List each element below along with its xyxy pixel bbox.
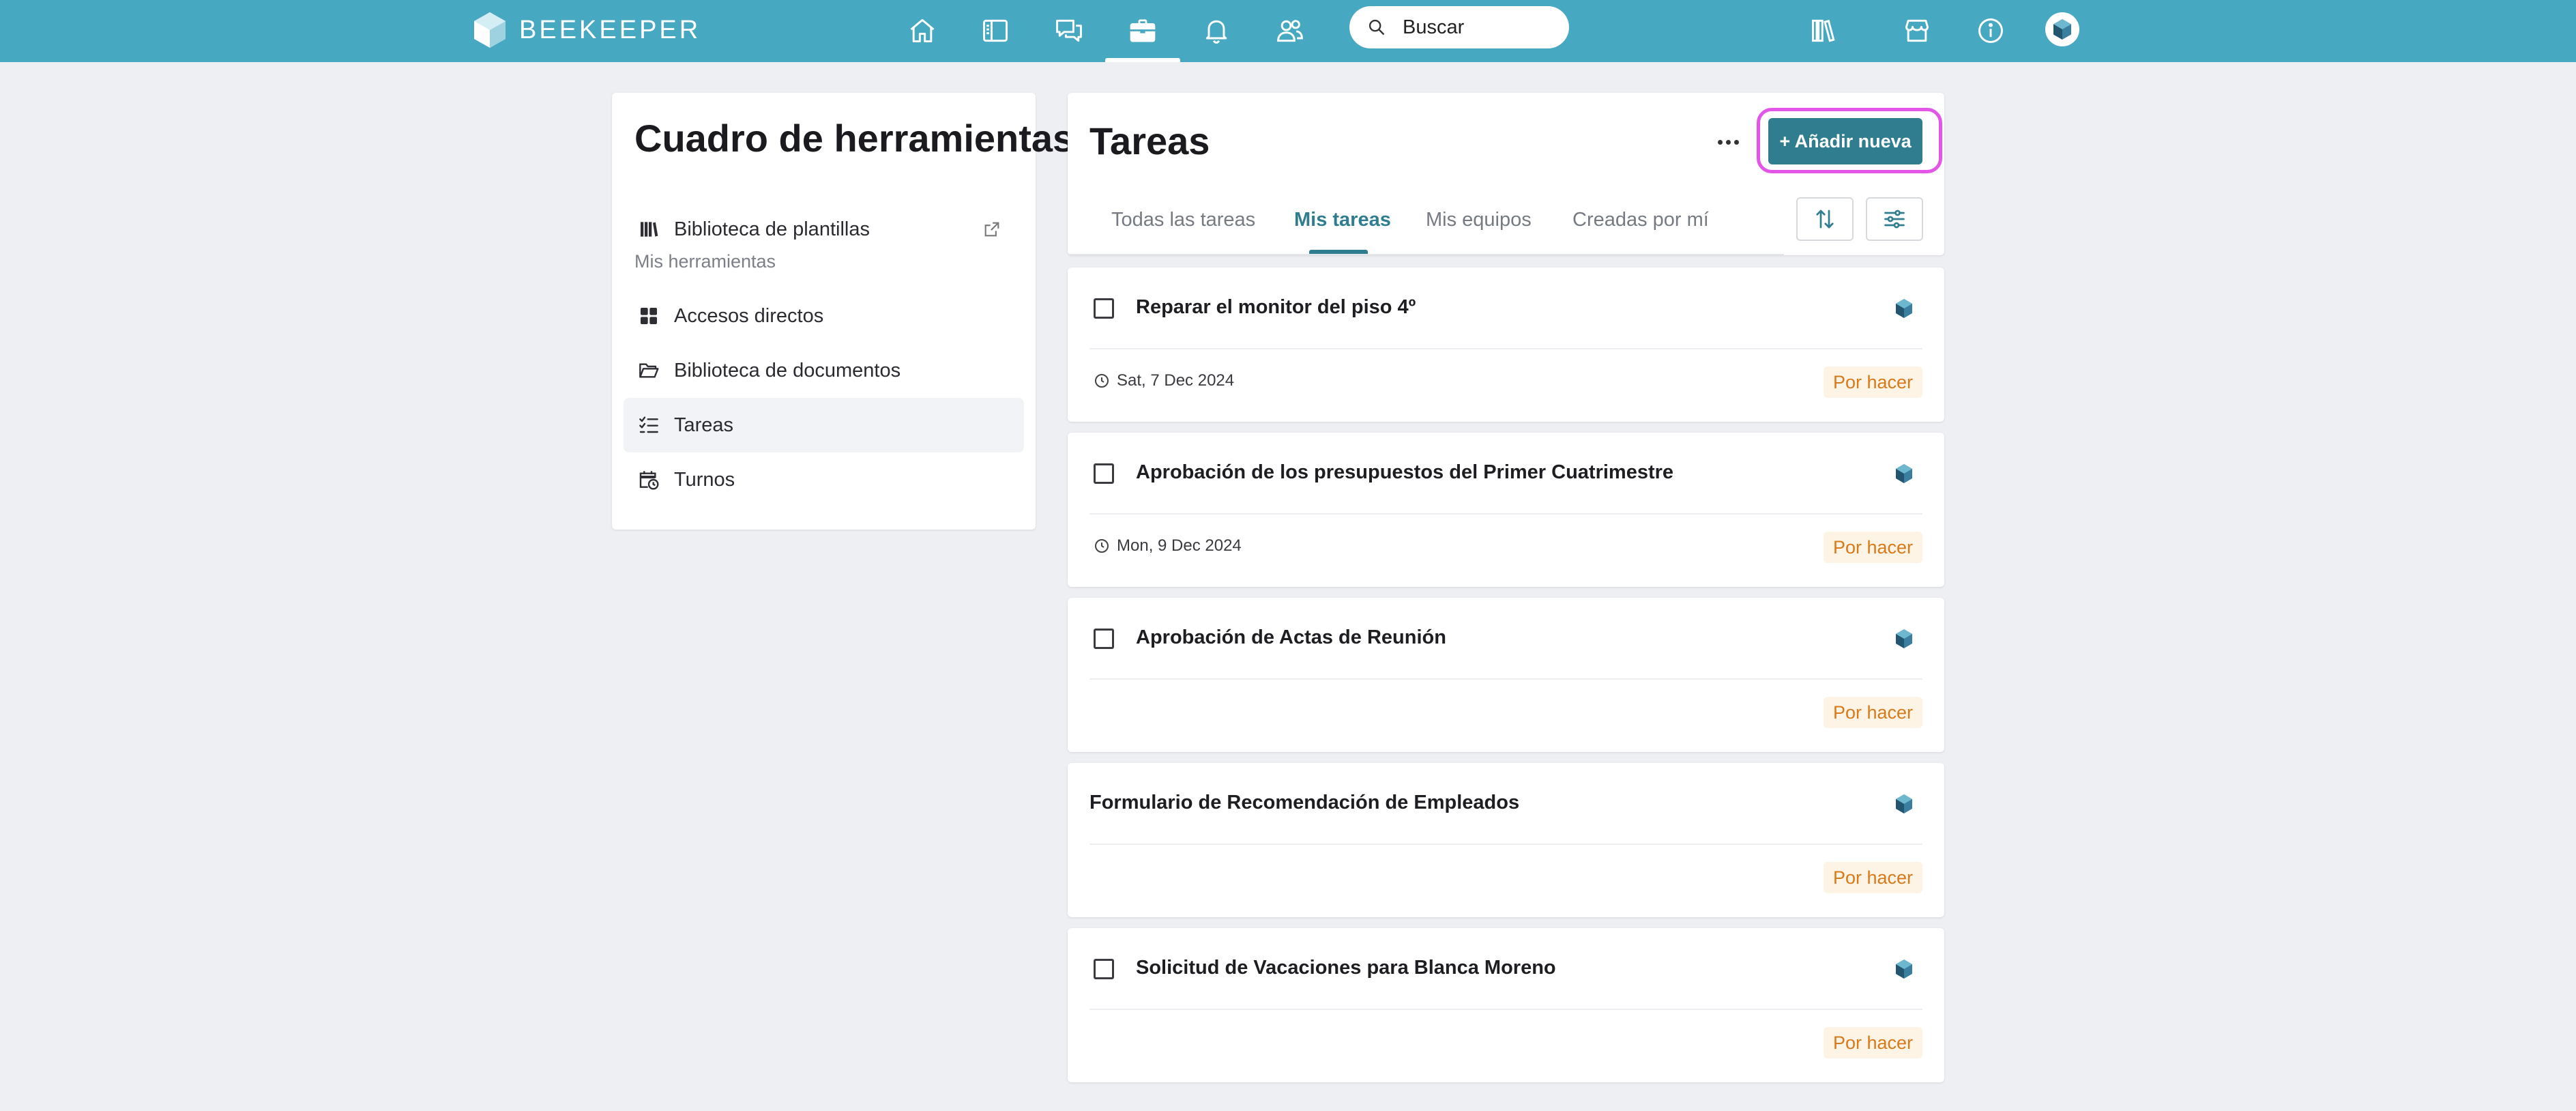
search-icon xyxy=(1368,19,1385,35)
task-checkbox[interactable] xyxy=(1094,629,1114,649)
status-badge: Por hacer xyxy=(1823,366,1922,398)
clock-icon xyxy=(1095,374,1109,388)
filter-button[interactable] xyxy=(1866,197,1923,241)
section-label: Mis herramientas xyxy=(634,251,776,272)
tab-my-teams[interactable]: Mis equipos xyxy=(1426,209,1532,231)
sidebar-item-label: Turnos xyxy=(674,468,735,491)
due-date-text: Mon, 9 Dec 2024 xyxy=(1117,536,1242,555)
task-divider xyxy=(1089,843,1922,845)
sliders-icon xyxy=(1884,210,1905,229)
store-icon[interactable] xyxy=(1892,8,1942,53)
beekeeper-logo[interactable]: BEEKEEPER xyxy=(473,10,701,50)
task-divider xyxy=(1089,348,1922,349)
brand-name: BEEKEEPER xyxy=(519,15,701,44)
folder-icon xyxy=(637,359,660,382)
active-tab-indicator xyxy=(1309,250,1368,254)
sidebar-item-label: Biblioteca de documentos xyxy=(674,359,901,381)
sidebar-item-shortcuts[interactable]: Accesos directos xyxy=(624,289,1024,343)
beekeeper-hex-icon xyxy=(1896,794,1912,813)
task-title[interactable]: Aprobación de Actas de Reunión xyxy=(1136,626,1446,649)
sort-icon xyxy=(1816,210,1834,229)
tasks-header: Tareas + Añadir nueva Todas las tareas M… xyxy=(1068,93,1944,255)
dot xyxy=(1717,139,1723,145)
people-icon[interactable] xyxy=(1265,8,1315,53)
task-card[interactable]: Aprobación de los presupuestos del Prime… xyxy=(1068,433,1944,587)
beekeeper-logo-icon xyxy=(474,12,506,48)
beekeeper-hex-icon xyxy=(1896,960,1912,979)
chats-icon[interactable] xyxy=(1044,8,1094,53)
task-title[interactable]: Solicitud de Vacaciones para Blanca More… xyxy=(1136,957,1556,979)
task-checkbox[interactable] xyxy=(1094,959,1114,979)
sidebar-item-document-library[interactable]: Biblioteca de documentos xyxy=(624,343,1024,398)
tab-created-by-me[interactable]: Creadas por mí xyxy=(1572,209,1709,231)
dot xyxy=(1725,139,1731,145)
sidebar-item-label: Accesos directos xyxy=(674,304,824,327)
due-date-text: Sat, 7 Dec 2024 xyxy=(1117,371,1235,390)
library-icon[interactable] xyxy=(1800,8,1849,53)
clock-icon xyxy=(1095,539,1109,553)
task-title[interactable]: Reparar el monitor del piso 4º xyxy=(1136,296,1416,319)
toolbox-sidebar: Cuadro de herramientas Biblioteca de pla… xyxy=(612,93,1074,530)
grid-icon xyxy=(637,304,660,328)
info-icon[interactable] xyxy=(1966,8,2015,53)
task-card[interactable]: Aprobación de Actas de Reunión Por hacer xyxy=(1068,598,1944,752)
sidebar-item-tasks[interactable]: Tareas xyxy=(624,398,1024,452)
task-checkbox[interactable] xyxy=(1094,463,1114,484)
due-date: Mon, 9 Dec 2024 xyxy=(1094,536,1242,556)
beekeeper-hex-icon xyxy=(1896,464,1912,483)
task-title[interactable]: Formulario de Recomendación de Empleados xyxy=(1089,792,1519,814)
avatar-logo-icon xyxy=(2053,19,2071,40)
task-divider xyxy=(1089,513,1922,515)
add-new-task-button[interactable]: + Añadir nueva xyxy=(1768,118,1922,164)
status-badge: Por hacer xyxy=(1823,532,1922,563)
beekeeper-hex-icon xyxy=(1896,299,1912,318)
tab-my-tasks[interactable]: Mis tareas xyxy=(1294,209,1391,231)
tab-all-tasks[interactable]: Todas las tareas xyxy=(1111,209,1255,231)
top-navigation-bar: BEEKEEPER xyxy=(0,0,2576,62)
toolbox-icon[interactable] xyxy=(1118,8,1167,53)
dot xyxy=(1733,139,1739,145)
checklist-icon xyxy=(637,414,660,437)
task-divider xyxy=(1089,678,1922,680)
active-nav-indicator xyxy=(1105,58,1180,62)
books-icon xyxy=(637,218,660,241)
search-field[interactable] xyxy=(1349,6,1569,48)
avatar[interactable] xyxy=(2045,12,2079,46)
sidebar-item-template-library[interactable]: Biblioteca de plantillas xyxy=(624,202,1024,257)
task-card[interactable]: Solicitud de Vacaciones para Blanca More… xyxy=(1068,928,1944,1082)
more-options-button[interactable] xyxy=(1709,127,1747,157)
task-card[interactable]: Formulario de Recomendación de Empleados… xyxy=(1068,763,1944,917)
sidebar-item-shifts[interactable]: Turnos xyxy=(624,452,1024,507)
sidebar-title: Cuadro de herramientas xyxy=(634,117,1074,160)
search-input[interactable] xyxy=(1401,15,1558,40)
task-divider xyxy=(1089,1009,1922,1010)
status-badge: Por hacer xyxy=(1823,1027,1922,1058)
task-card[interactable]: Reparar el monitor del piso 4º Sat, 7 De… xyxy=(1068,268,1944,422)
streams-icon[interactable] xyxy=(971,8,1020,53)
beekeeper-hex-icon xyxy=(1896,629,1912,648)
tabs-divider xyxy=(1068,254,1784,255)
status-badge: Por hacer xyxy=(1823,697,1922,728)
status-badge: Por hacer xyxy=(1823,862,1922,893)
calendar-clock-icon xyxy=(637,468,660,491)
bell-icon[interactable] xyxy=(1192,8,1241,53)
page-title: Tareas xyxy=(1089,119,1210,162)
home-icon[interactable] xyxy=(898,8,947,53)
task-title[interactable]: Aprobación de los presupuestos del Prime… xyxy=(1136,461,1673,484)
due-date: Sat, 7 Dec 2024 xyxy=(1094,371,1234,390)
sort-button[interactable] xyxy=(1796,197,1854,241)
sidebar-item-label: Tareas xyxy=(674,414,734,436)
sidebar-item-label: Biblioteca de plantillas xyxy=(674,218,870,240)
task-checkbox[interactable] xyxy=(1094,298,1114,319)
external-link-icon[interactable] xyxy=(980,218,1004,241)
